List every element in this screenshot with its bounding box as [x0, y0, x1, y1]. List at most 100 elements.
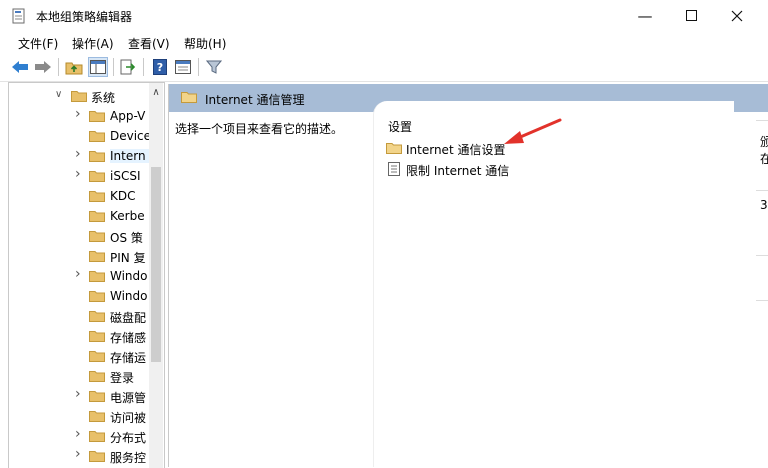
tree-item-label: 存储运: [110, 351, 147, 365]
menu-help[interactable]: 帮助(H): [184, 35, 226, 52]
tree-item[interactable]: 存储感: [9, 326, 149, 346]
title-bar: 本地组策略编辑器 —: [0, 0, 768, 31]
tree-item[interactable]: › 分布式: [9, 426, 149, 446]
menu-file[interactable]: 文件(F): [18, 35, 58, 52]
tree-item-label: 登录: [110, 371, 135, 385]
tree-scrollbar[interactable]: ∧: [149, 83, 163, 468]
edge-text-fragment: 在: [760, 152, 768, 166]
edge-line: [756, 120, 768, 121]
scroll-up-icon[interactable]: ∧: [149, 87, 163, 98]
tree-item-label: 访问被: [110, 411, 147, 425]
maximize-button[interactable]: [668, 0, 714, 31]
toolbar-separator: [58, 58, 59, 76]
tree-item-label: Windo: [110, 289, 148, 303]
tree-item-label: Windo: [110, 269, 148, 283]
tree-item-label: OS 策: [110, 231, 143, 245]
minimize-button[interactable]: —: [622, 0, 668, 31]
policy-setting-icon: [388, 162, 400, 176]
chevron-right-icon[interactable]: ›: [75, 166, 85, 182]
tree-item-label: Device: [110, 129, 149, 143]
tree-item[interactable]: Device: [9, 126, 149, 146]
filter-icon: [206, 60, 222, 74]
back-button[interactable]: [10, 57, 30, 77]
folder-icon: [89, 311, 105, 322]
chevron-right-icon[interactable]: ›: [75, 106, 85, 122]
tree-item[interactable]: › Intern: [9, 146, 149, 166]
tree-item[interactable]: › 服务控: [9, 446, 149, 466]
scrollbar-thumb[interactable]: [151, 167, 161, 362]
tree-item-label: PIN 复: [110, 251, 146, 265]
tree-item[interactable]: OS 策: [9, 226, 149, 246]
toolbar-separator: [143, 58, 144, 76]
tree-item-label: App-V: [110, 109, 146, 123]
tree-item[interactable]: 访问被: [9, 406, 149, 426]
help-button[interactable]: ?: [150, 57, 170, 77]
tree-item[interactable]: Kerbe: [9, 206, 149, 226]
properties-button[interactable]: [173, 57, 193, 77]
tree-item-label: 服务控: [110, 451, 147, 465]
tree-item-label: 分布式: [110, 431, 147, 445]
tree-item[interactable]: KDC: [9, 186, 149, 206]
menu-action[interactable]: 操作(A): [72, 35, 114, 52]
policy-editor-app-icon: [12, 8, 25, 24]
tree-item[interactable]: › 电源管: [9, 386, 149, 406]
chevron-right-icon[interactable]: ›: [75, 446, 85, 462]
tree-item[interactable]: › App-V: [9, 106, 149, 126]
folder-icon: [89, 271, 105, 282]
export-icon: [120, 59, 136, 75]
maximize-icon: [685, 10, 697, 21]
folder-icon: [89, 211, 105, 222]
column-header-setting[interactable]: 设置: [388, 118, 412, 135]
folder-open-icon: [71, 91, 87, 102]
properties-icon: [175, 60, 191, 74]
tree-item[interactable]: 磁盘配: [9, 306, 149, 326]
help-icon: ?: [153, 59, 167, 75]
tree-item[interactable]: PIN 复: [9, 246, 149, 266]
chevron-right-icon[interactable]: ›: [75, 266, 85, 282]
up-folder-button[interactable]: [64, 57, 84, 77]
tree-item[interactable]: 存储运: [9, 346, 149, 366]
close-button[interactable]: [714, 0, 760, 31]
chevron-down-icon[interactable]: ∨: [55, 89, 65, 100]
folder-icon: [89, 171, 105, 182]
menu-view[interactable]: 查看(V): [128, 35, 170, 52]
annotation-arrow: [504, 118, 562, 144]
forward-button[interactable]: [33, 57, 53, 77]
tree-item[interactable]: › iSCSI: [9, 166, 149, 186]
details-pane: Internet 通信管理 选择一个项目来查看它的描述。 设置 Internet…: [168, 84, 768, 467]
chevron-right-icon[interactable]: ›: [75, 146, 85, 162]
tree-item-label: 系统: [91, 91, 116, 105]
folder-icon: [89, 111, 105, 122]
console-tree-icon: [90, 60, 106, 74]
tree-item-label: Intern: [110, 149, 149, 163]
tree-item[interactable]: 登录: [9, 366, 149, 386]
folder-icon: [386, 143, 402, 154]
folder-icon: [89, 131, 105, 142]
window-title: 本地组策略编辑器: [36, 10, 133, 24]
filter-button[interactable]: [204, 57, 224, 77]
tree-item-label: 磁盘配: [110, 311, 147, 325]
folder-icon: [89, 331, 105, 342]
tree-item[interactable]: › Windo: [9, 266, 149, 286]
list-item-label: 限制 Internet 通信: [406, 164, 510, 178]
export-list-button[interactable]: [118, 57, 138, 77]
chevron-right-icon[interactable]: ›: [75, 386, 85, 402]
tree-item-system[interactable]: ∨ 系统: [9, 86, 149, 106]
folder-icon: [89, 231, 105, 242]
toolbar: ?: [0, 54, 768, 80]
folder-icon: [89, 391, 105, 402]
chevron-right-icon[interactable]: ›: [75, 426, 85, 442]
edge-line: [756, 190, 768, 191]
folder-icon: [89, 411, 105, 422]
tree-item-label: 电源管: [110, 391, 147, 405]
folder-icon: [89, 151, 105, 162]
folder-icon: [89, 351, 105, 362]
tree-item[interactable]: Windo: [9, 286, 149, 306]
edge-text-fragment: 3: [760, 198, 768, 212]
edge-line: [756, 300, 768, 301]
folder-icon: [89, 251, 105, 262]
folder-icon: [89, 451, 105, 462]
minimize-icon: —: [637, 6, 653, 25]
show-hide-tree-button[interactable]: [88, 57, 108, 77]
tree-item-label: Kerbe: [110, 209, 145, 223]
